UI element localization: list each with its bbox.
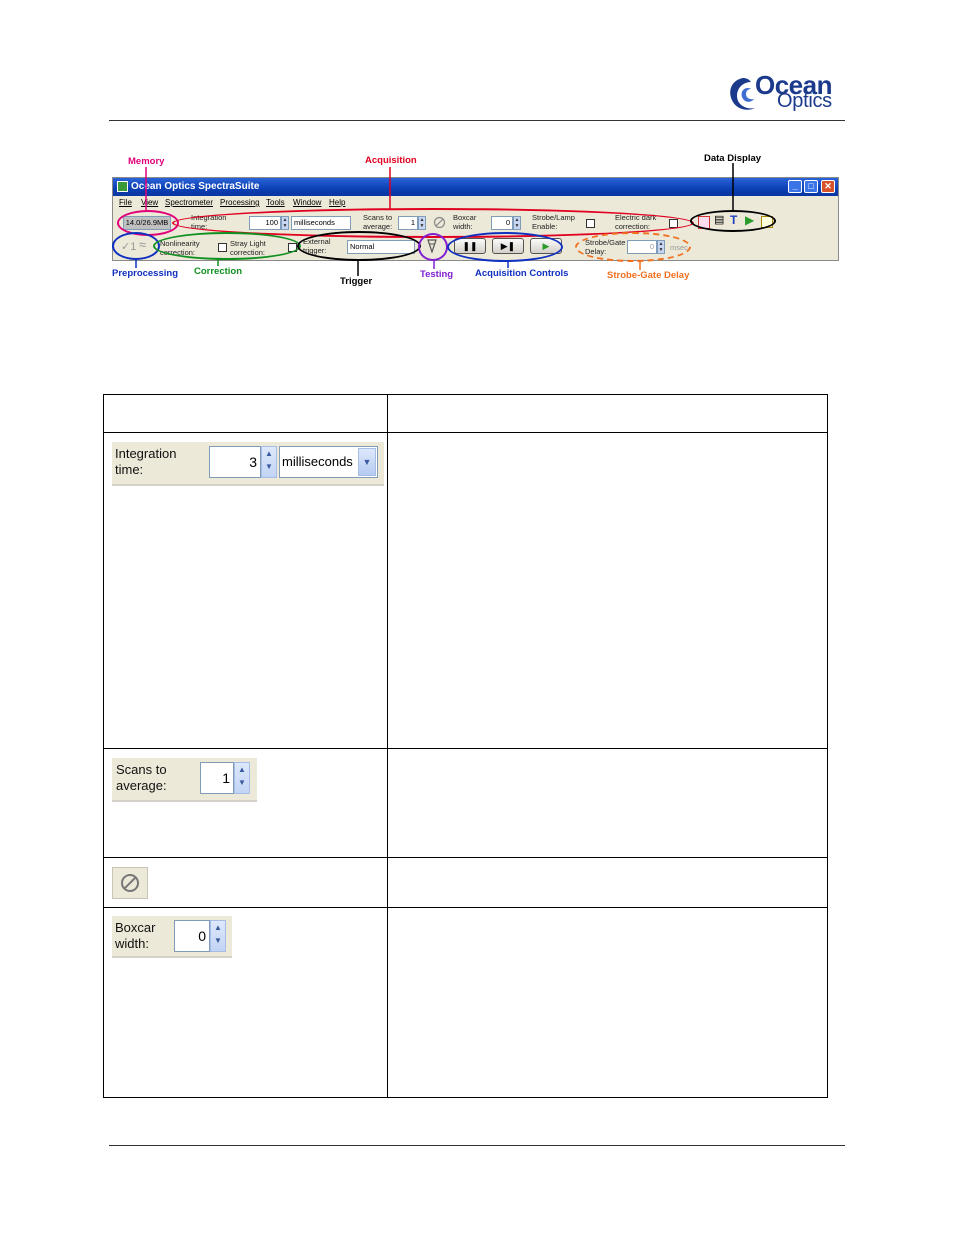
testing-annotation: Testing — [420, 269, 454, 280]
strobe-gate-annotation: Strobe-Gate Delay — [607, 270, 690, 281]
controls-table: Integration time: 3 ▲ ▼ milliseconds ▼ Sc… — [103, 394, 828, 1098]
cancel-icon[interactable] — [119, 872, 141, 894]
boxcar-width-widget: Boxcar width: 0 ▲ ▼ — [112, 916, 232, 958]
cancel-widget[interactable] — [112, 867, 148, 899]
scans-to-average-widget-spinner[interactable]: ▲ ▼ — [234, 762, 250, 794]
row-divider-2 — [104, 857, 827, 858]
annotation-connectors — [135, 163, 734, 276]
preprocessing-annotation: Preprocessing — [112, 268, 178, 279]
integration-unit-widget-value: milliseconds — [282, 454, 353, 469]
row-divider-3 — [104, 907, 827, 908]
row-divider-1 — [104, 748, 827, 749]
acquisition-annotation: Acquisition — [365, 155, 417, 166]
boxcar-width-widget-spinner[interactable]: ▲ ▼ — [210, 920, 226, 952]
table-header-divider — [104, 432, 827, 433]
integration-time-widget-spinner[interactable]: ▲ ▼ — [261, 446, 277, 478]
trigger-annotation: Trigger — [340, 276, 373, 287]
footer-rule — [109, 1145, 845, 1146]
scans-to-average-widget: Scans to average: 1 ▲ ▼ — [112, 758, 257, 802]
integration-time-widget: Integration time: 3 ▲ ▼ milliseconds ▼ — [112, 442, 384, 486]
memory-annotation: Memory — [128, 156, 165, 167]
scans-to-average-widget-label: Scans to average: — [116, 762, 167, 793]
data-display-annotation: Data Display — [704, 153, 762, 164]
column-divider — [387, 395, 388, 1097]
integration-unit-widget-dropdown[interactable]: milliseconds ▼ — [279, 446, 378, 478]
integration-time-widget-input[interactable]: 3 — [209, 446, 261, 478]
boxcar-width-widget-label: Boxcar width: — [115, 920, 156, 951]
correction-annotation: Correction — [194, 266, 243, 277]
scans-to-average-widget-input[interactable]: 1 — [200, 762, 234, 794]
integration-time-widget-label: Integration time: — [115, 446, 177, 477]
boxcar-width-widget-input[interactable]: 0 — [174, 920, 210, 952]
chevron-down-icon[interactable]: ▼ — [358, 448, 376, 476]
acquisition-controls-annotation: Acquisition Controls — [475, 268, 569, 279]
